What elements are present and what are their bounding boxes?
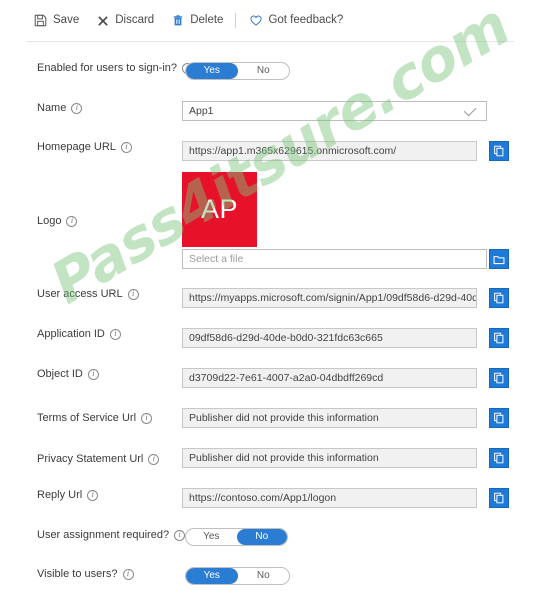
user-assignment-required-yes[interactable]: Yes: [186, 529, 237, 545]
user-assignment-required-label: User assignment required? i: [37, 529, 186, 541]
copy-homepage-url-button[interactable]: [489, 141, 509, 161]
privacy-statement-url-label-text: Privacy Statement Url: [37, 453, 144, 465]
terms-of-service-url-value: Publisher did not provide this informati…: [189, 412, 379, 424]
copy-icon: [494, 452, 504, 464]
copy-user-access-url-button[interactable]: [489, 288, 509, 308]
save-icon: [33, 13, 48, 28]
privacy-statement-url-label: Privacy Statement Url i: [37, 453, 160, 465]
folder-icon: [493, 255, 505, 264]
command-toolbar: Save Discard Delete Got feedback?: [0, 0, 549, 41]
application-logo: AP: [182, 172, 257, 247]
homepage-url-label: Homepage URL i: [37, 141, 132, 153]
info-icon[interactable]: i: [87, 368, 99, 380]
user-assignment-required-label-text: User assignment required?: [37, 529, 170, 541]
object-id-value: d3709d22-7e61-4007-a2a0-04dbdff269cd: [189, 372, 384, 384]
discard-label: Discard: [115, 13, 155, 26]
user-assignment-required-no[interactable]: No: [236, 529, 287, 545]
feedback-label: Got feedback?: [268, 13, 344, 26]
discard-button[interactable]: Discard: [95, 13, 154, 28]
browse-logo-file-button[interactable]: [489, 249, 509, 269]
info-icon[interactable]: i: [127, 288, 139, 300]
visible-to-users-no[interactable]: No: [238, 568, 290, 584]
delete-button[interactable]: Delete: [170, 13, 223, 28]
homepage-url-input[interactable]: https://app1.m365x629615.onmicrosoft.com…: [182, 141, 477, 161]
copy-icon: [494, 372, 504, 384]
user-access-url-input[interactable]: https://myapps.microsoft.com/signin/App1…: [182, 288, 477, 308]
toolbar-divider-line: [27, 41, 514, 42]
checkmark-icon: [463, 103, 477, 117]
user-access-url-label-text: User access URL: [37, 288, 123, 300]
reply-url-label-text: Reply Url: [37, 489, 83, 501]
logo-label-text: Logo: [37, 215, 62, 227]
got-feedback-button[interactable]: Got feedback?: [248, 13, 343, 28]
privacy-statement-url-value: Publisher did not provide this informati…: [189, 452, 379, 464]
terms-of-service-url-label-text: Terms of Service Url: [37, 412, 137, 424]
visible-to-users-yes[interactable]: Yes: [186, 568, 238, 584]
info-icon[interactable]: i: [87, 489, 99, 501]
info-icon[interactable]: i: [109, 328, 121, 340]
copy-icon: [494, 332, 504, 344]
visible-to-users-toggle[interactable]: Yes No: [185, 567, 290, 585]
watermark-text: Pass4itsure.com: [39, 0, 521, 318]
save-button[interactable]: Save: [33, 13, 79, 28]
copy-icon: [494, 292, 504, 304]
copy-privacy-statement-url-button[interactable]: [489, 448, 509, 468]
application-id-label-text: Application ID: [37, 328, 105, 340]
homepage-url-value: https://app1.m365x629615.onmicrosoft.com…: [189, 145, 397, 157]
copy-application-id-button[interactable]: [489, 328, 509, 348]
enabled-signin-label: Enabled for users to sign-in? i: [37, 62, 194, 74]
object-id-label-text: Object ID: [37, 368, 83, 380]
info-icon[interactable]: i: [122, 568, 134, 580]
info-icon[interactable]: i: [174, 529, 186, 541]
name-label: Name i: [37, 102, 83, 114]
logo-label: Logo i: [37, 215, 78, 227]
info-icon[interactable]: i: [148, 453, 160, 465]
toolbar-divider: [235, 13, 237, 28]
reply-url-value: https://contoso.com/App1/logon: [189, 492, 337, 504]
enabled-signin-toggle[interactable]: Yes No: [185, 62, 290, 80]
logo-file-input[interactable]: Select a file: [182, 249, 487, 269]
visible-to-users-label: Visible to users? i: [37, 568, 134, 580]
terms-of-service-url-label: Terms of Service Url i: [37, 412, 153, 424]
save-label: Save: [53, 13, 80, 26]
copy-reply-url-button[interactable]: [489, 488, 509, 508]
trash-icon: [170, 13, 185, 28]
delete-label: Delete: [190, 13, 224, 26]
copy-object-id-button[interactable]: [489, 368, 509, 388]
user-assignment-required-toggle[interactable]: Yes No: [185, 528, 288, 546]
name-label-text: Name: [37, 102, 67, 114]
name-input[interactable]: App1: [182, 101, 487, 121]
enabled-signin-no[interactable]: No: [238, 63, 290, 79]
copy-terms-of-service-url-button[interactable]: [489, 408, 509, 428]
copy-icon: [494, 492, 504, 504]
enabled-signin-yes[interactable]: Yes: [186, 63, 238, 79]
object-id-label: Object ID i: [37, 368, 99, 380]
name-value: App1: [189, 105, 214, 117]
logo-file-placeholder: Select a file: [189, 253, 244, 265]
visible-to-users-label-text: Visible to users?: [37, 568, 118, 580]
info-icon[interactable]: i: [66, 215, 78, 227]
copy-icon: [494, 412, 504, 424]
logo-initials: AP: [200, 194, 239, 224]
copy-icon: [494, 145, 504, 157]
info-icon[interactable]: i: [71, 102, 83, 114]
close-icon: [95, 13, 110, 28]
user-access-url-label: User access URL i: [37, 288, 139, 300]
application-id-value: 09df58d6-d29d-40de-b0d0-321fdc63c665: [189, 332, 383, 344]
terms-of-service-url-input[interactable]: Publisher did not provide this informati…: [182, 408, 477, 428]
heart-icon: [248, 13, 263, 28]
reply-url-input[interactable]: https://contoso.com/App1/logon: [182, 488, 477, 508]
application-id-input[interactable]: 09df58d6-d29d-40de-b0d0-321fdc63c665: [182, 328, 477, 348]
privacy-statement-url-input[interactable]: Publisher did not provide this informati…: [182, 448, 477, 468]
homepage-url-label-text: Homepage URL: [37, 141, 116, 153]
enabled-signin-label-text: Enabled for users to sign-in?: [37, 62, 178, 74]
info-icon[interactable]: i: [141, 412, 153, 424]
info-icon[interactable]: i: [120, 141, 132, 153]
object-id-input[interactable]: d3709d22-7e61-4007-a2a0-04dbdff269cd: [182, 368, 477, 388]
application-id-label: Application ID i: [37, 328, 121, 340]
user-access-url-value: https://myapps.microsoft.com/signin/App1…: [189, 292, 476, 304]
reply-url-label: Reply Url i: [37, 489, 99, 501]
